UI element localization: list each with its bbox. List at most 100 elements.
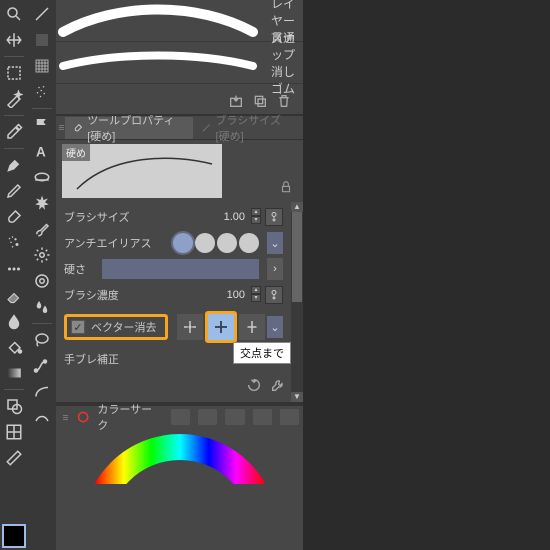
canvas-area [303,0,550,550]
aa-option-2[interactable] [195,233,215,253]
prop-brush-size: ブラシサイズ 1.00 ▴▾ [64,204,297,230]
reset-icon[interactable] [245,376,263,394]
tool-eyedropper[interactable] [2,120,26,144]
tab-label: ブラシサイズ[硬め] [216,112,295,144]
tooltip: 交点まで [233,342,291,364]
tool-move[interactable] [2,28,26,52]
vector-erase-checkbox-group[interactable]: ✓ ベクター消去 [64,314,168,340]
vector-mode-intersection[interactable] [208,314,234,340]
label: ブラシサイズ [64,209,154,225]
brush-preview-box[interactable]: 硬め [62,144,222,198]
brush-preview-row: 硬め [56,140,303,202]
label: 手ブレ補正 [64,351,154,367]
dynamics-icon[interactable] [265,208,283,226]
aa-option-1[interactable] [173,233,193,253]
panel-footer [64,372,297,400]
subtool-burst[interactable] [30,191,54,215]
tool-pen[interactable] [2,153,26,177]
subtool-1[interactable] [30,2,54,26]
subtool-curve2[interactable] [30,406,54,430]
label: 硬さ [64,261,98,277]
properties-panel: レイヤー貫通 スナップ消しゴム ツールプロパティ[硬め] ブラシサイズ[硬め] [56,0,303,550]
foreground-color-swatch[interactable] [2,524,26,548]
tool-shape[interactable] [2,394,26,418]
subtool-ellipse[interactable] [30,165,54,189]
hardness-slider[interactable] [102,259,259,279]
antialias-options[interactable] [173,233,259,253]
checkbox-icon[interactable]: ✓ [71,320,85,334]
tool-ruler[interactable] [2,446,26,470]
subtool-text[interactable]: A [30,139,54,163]
subtool-brush2[interactable] [30,217,54,241]
prop-vector-erase: ✓ ベクター消去 ⌄ 交点まで [64,312,297,342]
brush-label: スナップ消しゴム [266,29,295,97]
subtool-2[interactable] [30,28,54,52]
chevron-right-icon[interactable]: › [267,258,283,280]
vector-mode-whole[interactable] [239,314,265,340]
subtool-spray[interactable] [30,80,54,104]
dynamics-icon[interactable] [265,286,283,304]
color-panel-title: カラーサーク [97,401,155,433]
tool-marquee[interactable] [2,61,26,85]
tool-deco[interactable] [2,257,26,281]
tool-zoom[interactable] [2,2,26,26]
color-circle-icon [77,410,89,424]
tool-airbrush[interactable] [2,231,26,255]
color-tab-3[interactable] [225,409,244,425]
prop-antialias: アンチエイリアス ⌄ [64,230,297,256]
duplicate-icon[interactable] [251,92,269,110]
subtool-flag[interactable] [30,113,54,137]
color-tab-2[interactable] [198,409,217,425]
subtool-curve[interactable] [30,380,54,404]
brush-preset-item[interactable]: スナップ消しゴム [56,42,303,84]
wrench-icon[interactable] [269,376,287,394]
tab-brush-size[interactable]: ブラシサイズ[硬め] [193,117,303,139]
label: アンチエイリアス [64,235,154,251]
stepper[interactable]: ▴▾ [251,286,261,304]
subtool-3[interactable] [30,54,54,78]
preset-actions [56,88,303,114]
tool-fill[interactable] [2,335,26,359]
grip-icon[interactable] [60,415,69,420]
tool-blend[interactable] [2,309,26,333]
color-tab-1[interactable] [171,409,190,425]
value[interactable]: 1.00 [224,211,247,223]
color-wheel[interactable] [56,428,303,484]
color-tab-5[interactable] [280,409,299,425]
subtool-lasso[interactable] [30,328,54,352]
subtool-path[interactable] [30,354,54,378]
scroll-down-icon[interactable]: ▼ [291,392,303,402]
aa-option-4[interactable] [239,233,259,253]
chevron-down-icon[interactable]: ⌄ [267,316,283,338]
subtool-gear[interactable] [30,243,54,267]
aa-option-3[interactable] [217,233,237,253]
label: ブラシ濃度 [64,287,154,303]
tool-frame[interactable] [2,420,26,444]
tool-eraser[interactable] [2,283,26,307]
value[interactable]: 100 [227,289,247,301]
tool-brush[interactable] [2,205,26,229]
subtool-drops[interactable] [30,295,54,319]
prop-density: ブラシ濃度 100 ▴▾ [64,282,297,308]
tool-wand[interactable] [2,87,26,111]
tool-pencil[interactable] [2,179,26,203]
brush-preset-list: レイヤー貫通 スナップ消しゴム [56,0,303,88]
chevron-down-icon[interactable]: ⌄ [267,232,283,254]
stepper[interactable]: ▴▾ [251,208,261,226]
label: ベクター消去 [91,319,157,335]
lock-icon[interactable] [279,180,293,197]
grip-icon[interactable] [56,125,65,130]
subtool-target[interactable] [30,269,54,293]
tab-tool-property[interactable]: ツールプロパティ[硬め] [65,117,193,139]
property-tabs: ツールプロパティ[硬め] ブラシサイズ[硬め] [56,116,303,140]
import-icon[interactable] [227,92,245,110]
tool-column-left [0,0,28,550]
color-tab-4[interactable] [253,409,272,425]
trash-icon[interactable] [275,92,293,110]
tool-column-sub: A [28,0,56,550]
tool-gradient[interactable] [2,361,26,385]
color-panel: カラーサーク [56,404,303,484]
svg-text:A: A [36,144,46,159]
tab-label: ツールプロパティ[硬め] [87,112,185,144]
vector-mode-touch[interactable] [177,314,203,340]
